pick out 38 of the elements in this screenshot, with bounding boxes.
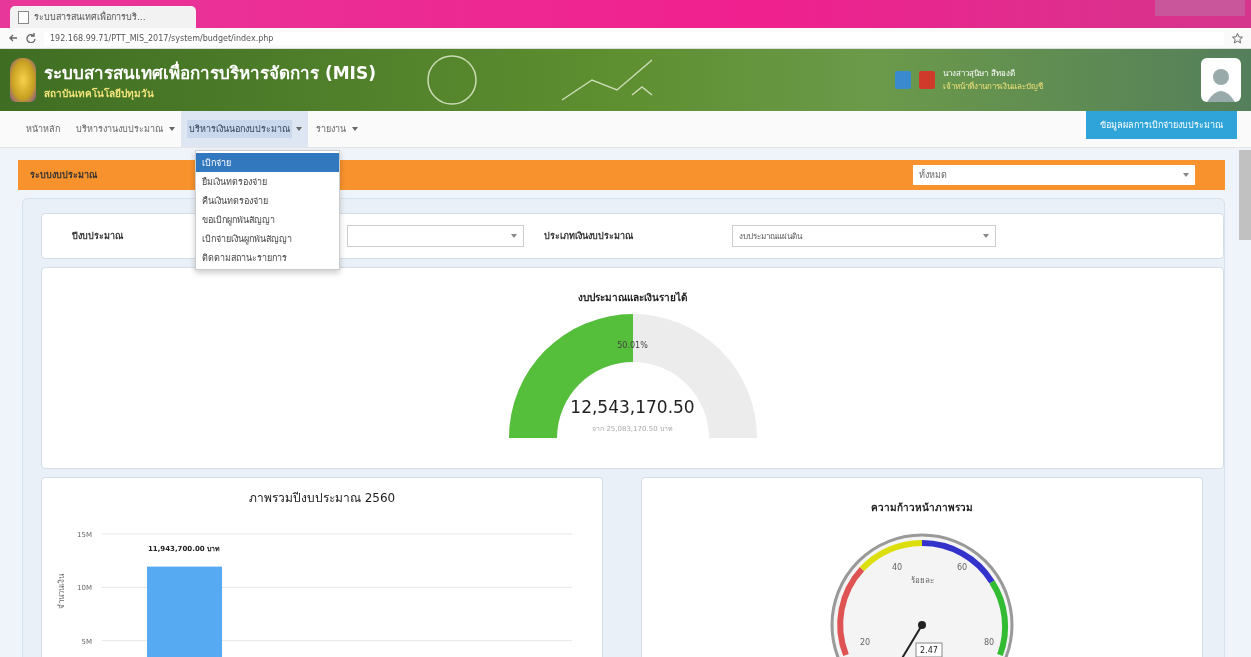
filter-select[interactable] xyxy=(347,225,524,247)
nav-menu-item[interactable]: รายงาน xyxy=(314,120,348,138)
caret-icon xyxy=(983,234,989,238)
year-select[interactable]: ทั้งหมด xyxy=(913,165,1195,185)
reload-icon[interactable] xyxy=(26,33,36,43)
nav-menu-item[interactable]: บริหารเงินนอกงบประมาณ xyxy=(187,120,292,138)
user-name: นางสาวสุนิษา สีทองดี xyxy=(943,68,1016,80)
avatar-icon[interactable] xyxy=(1201,58,1241,102)
dropdown-menu-item[interactable]: ติดตามสถานะรายการ xyxy=(196,248,339,267)
nav-menu-item[interactable]: หน้าหลัก xyxy=(24,120,62,138)
filter-label: ปีงบประมาณ xyxy=(72,230,124,243)
dropdown-menu-item[interactable]: ขอเบิกผูกพันสัญญา xyxy=(196,210,339,229)
user-role: เจ้าหน้าที่งานการเงินและบัญชี xyxy=(943,80,1044,93)
chart-title: ภาพรวมปีงบประมาณ 2560 xyxy=(247,490,397,507)
star-icon[interactable] xyxy=(1232,32,1243,44)
dropdown-menu-item[interactable]: ยืมเงินทดรองจ่าย xyxy=(196,172,339,191)
section-title: ระบบงบประมาณ xyxy=(30,169,97,182)
y-axis-title: จำนวนเงิน xyxy=(57,573,66,609)
site-subtitle: สถาบันเทคโนโลยีปทุมวัน xyxy=(44,87,155,101)
chart-title: งบประมาณและเงินรายได้ xyxy=(577,290,688,305)
dropdown-menu-item[interactable]: เบิกจ่ายเงินผูกพันสัญญา xyxy=(196,229,339,248)
caret-icon xyxy=(1183,173,1189,177)
dropdown-menu-item[interactable]: เบิกจ่าย xyxy=(196,153,339,172)
dropdown-menu-item[interactable]: คืนเงินทดรองจ่าย xyxy=(196,191,339,210)
browser-tab[interactable]: ระบบสารสนเทศเพื่อการบริ... xyxy=(10,6,196,28)
filter-label: ประเภทเงินงบประมาณ xyxy=(544,230,634,243)
filter-select[interactable]: งบประมาณแผ่นดิน xyxy=(732,225,996,247)
nav-menu-item[interactable]: บริหารงานงบประมาณ xyxy=(74,120,165,138)
gauge-percent: 50.01% xyxy=(616,341,649,350)
gauge-value: 12,543,170.50 xyxy=(569,397,696,417)
site-title: ระบบสารสนเทศเพื่อการบริหารจัดการ (MIS) xyxy=(44,60,376,85)
caret-icon xyxy=(511,234,517,238)
page-icon xyxy=(18,10,29,24)
address-field[interactable]: 192.168.99.71/PTT_MIS_2017/system/budget/index.php xyxy=(44,31,1224,45)
emblem-icon xyxy=(10,58,36,102)
scrollbar[interactable] xyxy=(1239,150,1251,240)
chart-title: ความก้าวหน้าภาพรวม xyxy=(870,501,974,515)
back-icon[interactable] xyxy=(8,33,18,43)
